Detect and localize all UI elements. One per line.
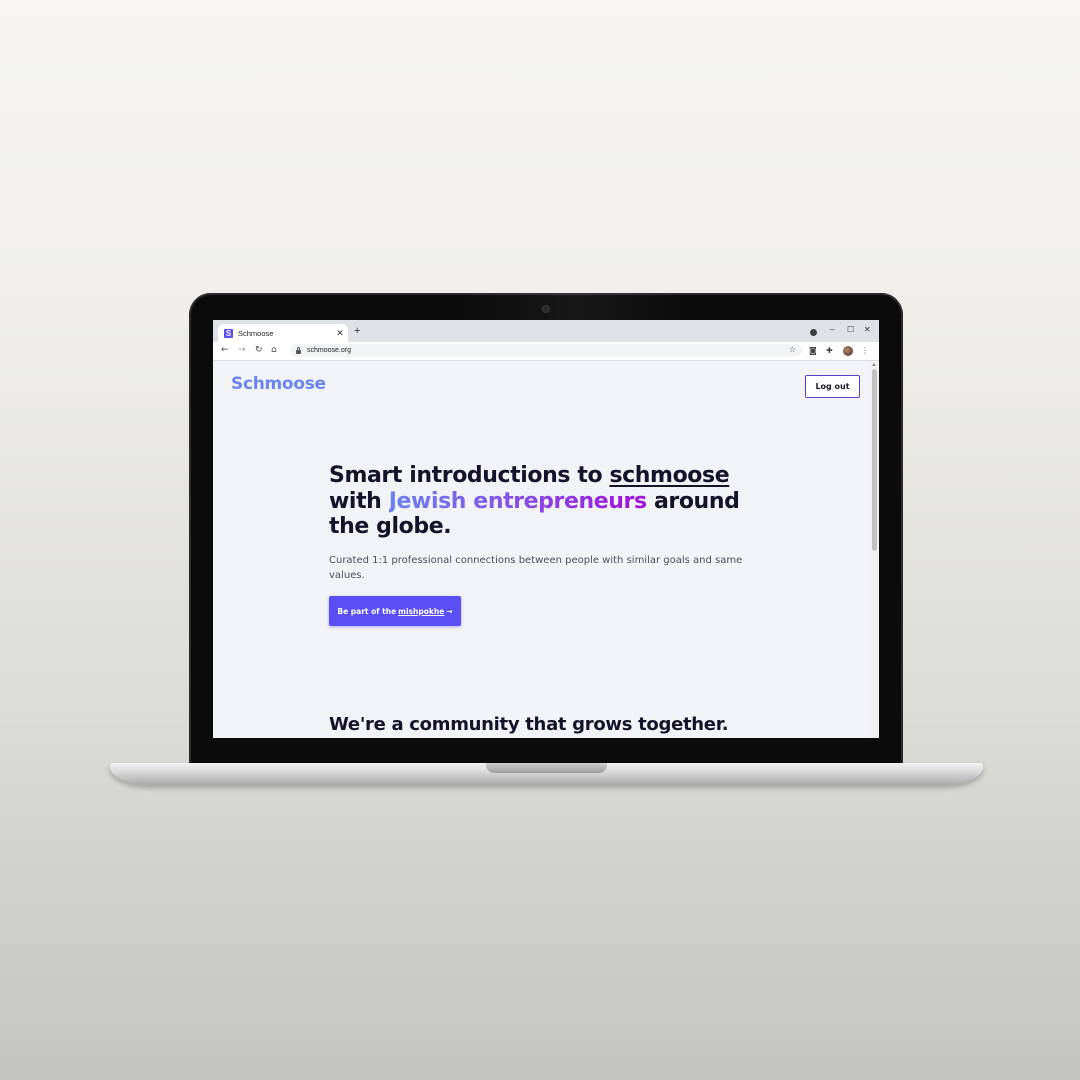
page-scrollbar[interactable]	[870, 361, 879, 738]
laptop-notch	[486, 763, 607, 773]
new-tab-icon[interactable]: +	[354, 325, 360, 337]
forward-icon[interactable]: →	[238, 345, 246, 355]
web-page: Schmoose Log out Smart introductions to …	[213, 361, 870, 738]
arrow-right-icon: →	[446, 606, 453, 616]
browser-toolbar: ← → ↻ ⌂ schmoose.org ☆ ◙ ✚ ⋮	[213, 342, 879, 361]
scroll-thumb[interactable]	[872, 369, 877, 551]
logout-button[interactable]: Log out	[805, 375, 860, 398]
url-text: schmoose.org	[307, 347, 351, 354]
lock-icon	[296, 346, 301, 354]
laptop-screen: S Schmoose ✕ + – ☐ ✕ ← → ↻ ⌂ schmoose.or…	[213, 320, 879, 738]
site-logo[interactable]: Schmoose	[231, 374, 326, 394]
menu-dots-icon[interactable]: ⋮	[861, 346, 869, 355]
maximize-icon[interactable]: ☐	[847, 325, 854, 334]
bookmark-star-icon[interactable]: ☆	[789, 345, 796, 354]
window-close-icon[interactable]: ✕	[864, 325, 871, 334]
hero-subtitle: Curated 1:1 professional connections bet…	[329, 555, 743, 581]
join-cta-button[interactable]: Be part of the mishpokhe →	[329, 596, 461, 626]
cta-prefix: Be part of the	[337, 606, 397, 616]
hero-title-part2: with	[329, 488, 389, 514]
scroll-up-icon[interactable]	[872, 363, 876, 366]
hero-title-link[interactable]: schmoose	[609, 463, 729, 488]
browser-tab[interactable]: S Schmoose ✕	[218, 324, 348, 342]
reload-icon[interactable]: ↻	[255, 345, 263, 355]
profile-avatar[interactable]	[843, 346, 853, 356]
account-icon[interactable]	[810, 329, 817, 336]
favicon: S	[224, 328, 233, 338]
laptop-base	[110, 763, 983, 785]
webcam	[543, 306, 549, 312]
laptop-lid: S Schmoose ✕ + – ☐ ✕ ← → ↻ ⌂ schmoose.or…	[189, 293, 903, 768]
hero-title: Smart introductions to schmoose with Jew…	[329, 463, 749, 540]
extension-icon[interactable]: ◙	[809, 346, 817, 355]
tab-title: Schmoose	[238, 328, 274, 338]
home-icon[interactable]: ⌂	[271, 345, 277, 355]
back-icon[interactable]: ←	[221, 345, 229, 355]
hero-title-part1: Smart introductions to	[329, 463, 610, 488]
tab-close-icon[interactable]: ✕	[335, 328, 345, 339]
cta-link: mishpokhe	[398, 606, 445, 616]
minimize-icon[interactable]: –	[830, 325, 834, 334]
browser-tab-bar: S Schmoose ✕ + – ☐ ✕	[213, 320, 879, 342]
community-section-title: We're a community that grows together.	[329, 714, 729, 735]
address-bar[interactable]: schmoose.org ☆	[290, 344, 802, 357]
hero-title-highlight: Jewish entrepreneurs	[388, 488, 647, 514]
puzzle-icon[interactable]: ✚	[826, 346, 833, 355]
